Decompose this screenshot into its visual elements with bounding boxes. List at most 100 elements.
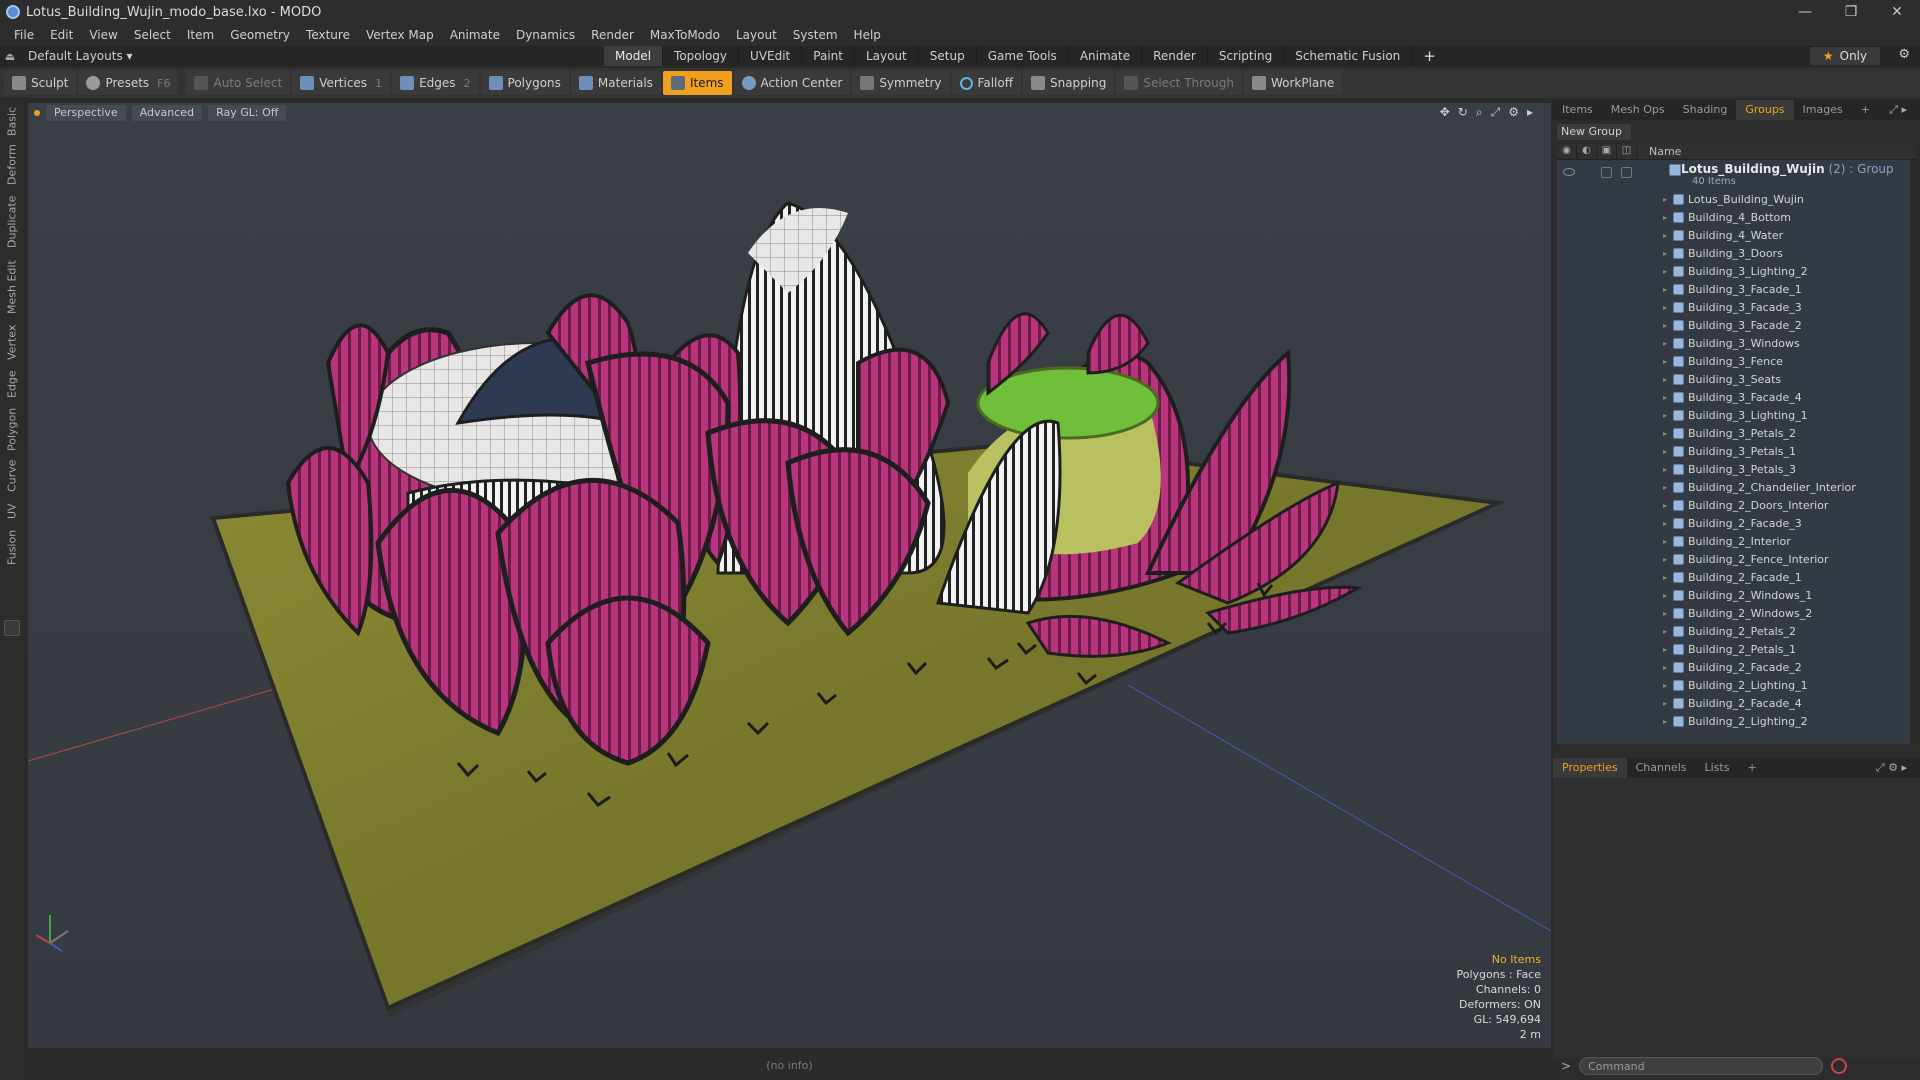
tab-model[interactable]: Model	[604, 46, 664, 66]
tab-images[interactable]: Images	[1794, 100, 1852, 120]
vtab-basic[interactable]: Basic	[4, 104, 20, 138]
vtab-edge[interactable]: Edge	[4, 368, 20, 400]
vtab-mesh-edit[interactable]: Mesh Edit	[4, 258, 20, 316]
list-item[interactable]: ▸ Building_4_Water	[1557, 226, 1916, 244]
expand-arrow-icon[interactable]: ▸	[1663, 267, 1667, 276]
command-input[interactable]: Command	[1579, 1057, 1824, 1075]
list-item[interactable]: ▸ Building_2_Windows_2	[1557, 604, 1916, 622]
list-item[interactable]: ▸ Building_2_Lighting_1	[1557, 676, 1916, 694]
vtab-vertex[interactable]: Vertex	[4, 322, 20, 362]
list-item[interactable]: ▸ Building_3_Petals_1	[1557, 442, 1916, 460]
list-item[interactable]: ▸ Building_3_Lighting_2	[1557, 262, 1916, 280]
expand-arrow-icon[interactable]: ▸	[1663, 537, 1667, 546]
menu-system[interactable]: System	[785, 28, 846, 42]
list-item[interactable]: ▸ Building_3_Facade_2	[1557, 316, 1916, 334]
list-item[interactable]: ▸ Building_2_Chandelier_Interior	[1557, 478, 1916, 496]
expand-arrow-icon[interactable]: ▸	[1663, 627, 1667, 636]
list-item[interactable]: ▸ Building_3_Petals_2	[1557, 424, 1916, 442]
tab-game-tools[interactable]: Game Tools	[977, 46, 1069, 66]
list-item[interactable]: ▸ Building_3_Windows	[1557, 334, 1916, 352]
name-column-header[interactable]: Name	[1637, 145, 1681, 158]
expand-arrow-icon[interactable]: ▸	[1663, 663, 1667, 672]
tab-uvedit[interactable]: UVEdit	[739, 46, 803, 66]
menu-geometry[interactable]: Geometry	[222, 28, 298, 42]
tab-items[interactable]: Items	[1553, 100, 1602, 120]
panel-expand-icon[interactable]: ⤢ ▸	[1880, 100, 1916, 120]
edges-button[interactable]: Edges 2	[392, 71, 479, 95]
expand-arrow-icon[interactable]: ▸	[1663, 429, 1667, 438]
expand-arrow-icon[interactable]: ▸	[1663, 393, 1667, 402]
expand-arrow-icon[interactable]: ▸	[1663, 573, 1667, 582]
expand-arrow-icon[interactable]: ▸	[1663, 501, 1667, 510]
list-item[interactable]: ▸ Building_2_Interior	[1557, 532, 1916, 550]
select-column-icon[interactable]: ◫	[1617, 144, 1637, 159]
vtab-polygon[interactable]: Polygon	[4, 406, 20, 452]
action-center-button[interactable]: Action Center	[733, 71, 851, 95]
fit-icon[interactable]: ⤢	[1491, 105, 1501, 120]
menu-maxtomodo[interactable]: MaxToModo	[642, 28, 728, 42]
materials-button[interactable]: Materials	[570, 71, 661, 95]
list-item[interactable]: ▸ Building_3_Lighting_1	[1557, 406, 1916, 424]
props-expand-icon[interactable]: ⤢ ⚙ ▸	[1867, 758, 1916, 778]
add-props-tab-icon[interactable]: +	[1738, 758, 1765, 778]
expand-arrow-icon[interactable]: ▸	[1663, 195, 1667, 204]
list-item[interactable]: ▸ Building_3_Seats	[1557, 370, 1916, 388]
close-button[interactable]: ✕	[1874, 0, 1920, 24]
select-through-button[interactable]: Select Through	[1116, 71, 1242, 95]
viewport-menu-dot-icon[interactable]	[34, 110, 40, 116]
tab-layout[interactable]: Layout	[855, 46, 919, 66]
3d-viewport[interactable]: Perspective Advanced Ray GL: Off ✥ ↻ ⌕ ⤢…	[28, 103, 1551, 1048]
tab-channels[interactable]: Channels	[1627, 758, 1696, 778]
layout-selector[interactable]: Default Layouts ▾	[28, 49, 133, 63]
vtab-deform[interactable]: Deform	[4, 144, 20, 186]
expand-arrow-icon[interactable]: ▸	[1663, 321, 1667, 330]
expand-arrow-icon[interactable]: ▸	[1663, 375, 1667, 384]
record-macro-icon[interactable]	[1831, 1058, 1848, 1074]
list-item[interactable]: ▸ Building_2_Facade_2	[1557, 658, 1916, 676]
group-list[interactable]: Lotus_Building_Wujin (2) : Group 40 Item…	[1557, 160, 1916, 744]
menu-select[interactable]: Select	[126, 28, 179, 42]
list-item[interactable]: ▸ Building_2_Facade_1	[1557, 568, 1916, 586]
list-scrollbar[interactable]	[1910, 160, 1916, 744]
symmetry-button[interactable]: Symmetry	[852, 71, 950, 95]
menu-vertex-map[interactable]: Vertex Map	[358, 28, 442, 42]
menu-animate[interactable]: Animate	[442, 28, 508, 42]
expand-arrow-icon[interactable]: ▸	[1663, 303, 1667, 312]
items-button[interactable]: Items	[662, 71, 732, 95]
snapping-button[interactable]: Snapping	[1022, 71, 1115, 95]
expand-arrow-icon[interactable]: ▸	[1527, 105, 1533, 120]
menu-item[interactable]: Item	[179, 28, 222, 42]
auto-select-button[interactable]: Auto Select	[186, 71, 291, 95]
vtab-curve[interactable]: Curve	[4, 458, 20, 494]
tab-shading[interactable]: Shading	[1674, 100, 1737, 120]
menu-layout[interactable]: Layout	[728, 28, 785, 42]
view-type-dropdown[interactable]: Perspective	[46, 105, 126, 121]
expand-arrow-icon[interactable]: ▸	[1663, 249, 1667, 258]
list-item[interactable]: ▸ Building_2_Petals_2	[1557, 622, 1916, 640]
list-item[interactable]: ▸ Building_3_Facade_3	[1557, 298, 1916, 316]
list-item[interactable]: ▸ Building_2_Fence_Interior	[1557, 550, 1916, 568]
expand-arrow-icon[interactable]: ▸	[1663, 519, 1667, 528]
workplane-button[interactable]: WorkPlane	[1243, 71, 1343, 95]
expand-arrow-icon[interactable]: ▸	[1663, 717, 1667, 726]
eye-icon[interactable]	[1563, 168, 1575, 176]
expand-arrow-icon[interactable]: ▸	[1663, 357, 1667, 366]
pan-icon[interactable]: ✥	[1440, 105, 1450, 120]
list-item[interactable]: ▸ Building_2_Windows_1	[1557, 586, 1916, 604]
expand-arrow-icon[interactable]: ▸	[1663, 213, 1667, 222]
tab-properties[interactable]: Properties	[1553, 758, 1627, 778]
menu-help[interactable]: Help	[846, 28, 889, 42]
list-item[interactable]: ▸ Building_4_Bottom	[1557, 208, 1916, 226]
tab-scripting[interactable]: Scripting	[1208, 46, 1285, 66]
list-item[interactable]: ▸ Building_3_Doors	[1557, 244, 1916, 262]
menu-texture[interactable]: Texture	[298, 28, 358, 42]
toggle-palette-button[interactable]	[4, 620, 20, 636]
expand-arrow-icon[interactable]: ▸	[1663, 231, 1667, 240]
lock-column-icon[interactable]: ▣	[1597, 144, 1617, 159]
expand-arrow-icon[interactable]: ▸	[1663, 465, 1667, 474]
minimize-button[interactable]: —	[1782, 0, 1828, 24]
menu-dynamics[interactable]: Dynamics	[508, 28, 583, 42]
render-column-icon[interactable]: ◐	[1577, 144, 1597, 159]
vertices-button[interactable]: Vertices 1	[292, 71, 391, 95]
expand-arrow-icon[interactable]: ▸	[1663, 411, 1667, 420]
